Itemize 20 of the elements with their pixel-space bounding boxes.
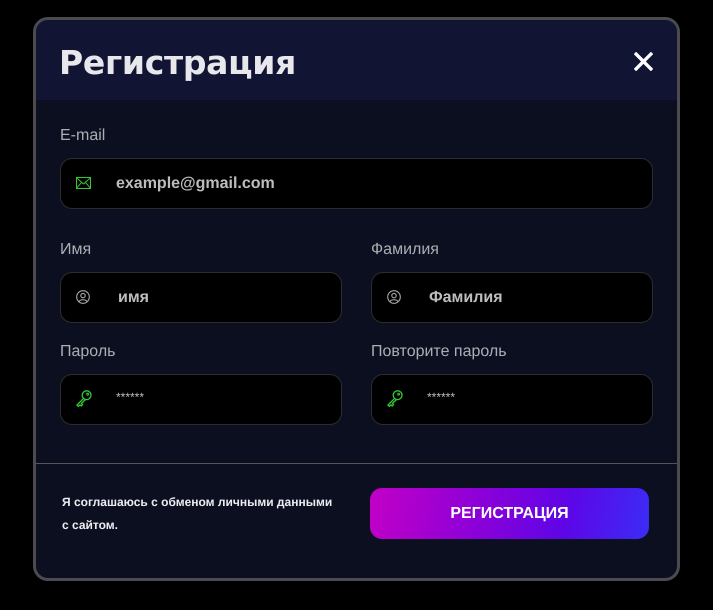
field-label: Имя xyxy=(60,240,92,260)
register-button[interactable]: РЕГИСТРАЦИЯ xyxy=(370,488,649,539)
consent-text: Я соглашаюсь с обменом личными данными с сайтом. xyxy=(62,494,334,534)
field-label: E-mail xyxy=(60,126,106,146)
name-field[interactable]: имя xyxy=(60,272,342,323)
key-icon xyxy=(76,390,92,406)
envelope-icon xyxy=(76,176,91,188)
field-label: Повторите пароль xyxy=(371,342,507,362)
password-field[interactable]: ****** xyxy=(371,374,653,425)
close-button[interactable] xyxy=(634,52,653,71)
field-label: Фамилия xyxy=(371,240,439,260)
key-icon xyxy=(387,390,403,406)
email-field[interactable]: example@gmail.com xyxy=(60,158,653,209)
dialog-title: Регистрация xyxy=(59,42,296,83)
password-field[interactable]: ****** xyxy=(60,374,342,425)
user-icon xyxy=(387,290,401,304)
user-icon xyxy=(76,290,90,304)
close-icon xyxy=(634,52,653,71)
field-label: Пароль xyxy=(60,342,116,362)
name-field[interactable]: Фамилия xyxy=(371,272,653,323)
